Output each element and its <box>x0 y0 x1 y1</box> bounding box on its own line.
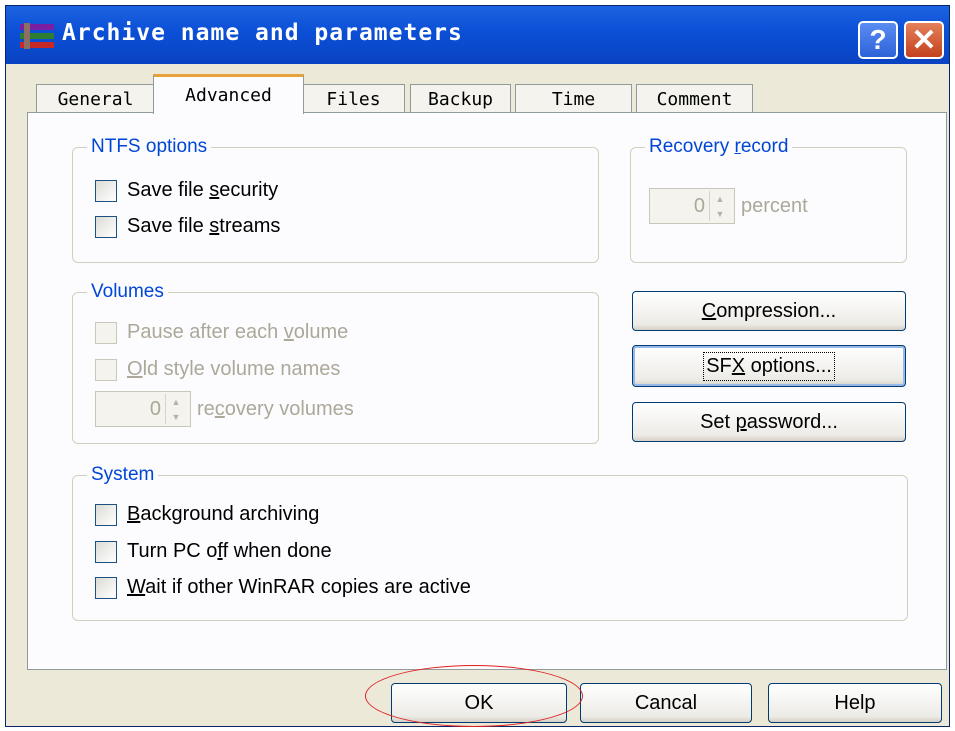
compression-button[interactable]: Compression... <box>632 291 906 331</box>
tab-comment[interactable]: Comment <box>636 84 753 114</box>
system-title: System <box>87 464 159 486</box>
tab-backup[interactable]: Backup <box>410 84 511 114</box>
save-file-security-checkbox[interactable]: Save file security <box>95 179 278 202</box>
annotation-circle <box>365 665 583 727</box>
ntfs-options-title: NTFS options <box>87 136 212 158</box>
system-group: System Background archiving Turn PC off … <box>72 464 908 621</box>
spin-arrows-icon[interactable]: ▲ ▼ <box>165 394 186 424</box>
recovery-percent-unit: percent <box>741 194 808 217</box>
recovery-record-group: Recovery record 0 ▲ ▼ percent <box>630 136 907 263</box>
tab-advanced[interactable]: Advanced <box>153 74 304 114</box>
recovery-percent-value: 0 <box>693 194 705 217</box>
wait-other-copies-checkbox[interactable]: Wait if other WinRAR copies are active <box>95 576 471 599</box>
checkbox-box[interactable] <box>95 215 117 238</box>
window-title: Archive name and parameters <box>62 20 463 46</box>
recovery-volumes-value: 0 <box>149 397 161 420</box>
checkbox-box[interactable] <box>95 358 117 381</box>
checkbox-label: Save file streams <box>127 215 281 237</box>
spin-arrows-icon[interactable]: ▲ ▼ <box>709 191 730 221</box>
recovery-volumes-spinner[interactable]: 0 ▲ ▼ recovery volumes <box>95 391 354 427</box>
set-password-button[interactable]: Set password... <box>632 402 906 442</box>
checkbox-box[interactable] <box>95 503 117 526</box>
checkbox-box[interactable] <box>95 540 117 563</box>
tab-files[interactable]: Files <box>302 84 405 114</box>
advanced-tab-panel: NTFS options Save file security Save fil… <box>27 112 947 670</box>
volumes-title: Volumes <box>87 281 168 303</box>
volumes-group: Volumes Pause after each volume Old styl… <box>72 281 599 444</box>
checkbox-label: Wait if other WinRAR copies are active <box>127 576 471 598</box>
dialog-window: Archive name and parameters ? ✕ General … <box>5 5 950 727</box>
recovery-percent-input[interactable]: 0 ▲ ▼ <box>649 188 735 224</box>
recovery-record-title: Recovery record <box>645 136 793 158</box>
cancel-button[interactable]: Cancal <box>580 683 752 723</box>
checkbox-label: Old style volume names <box>127 358 341 380</box>
save-file-streams-checkbox[interactable]: Save file streams <box>95 215 280 238</box>
checkbox-label: Pause after each volume <box>127 321 349 343</box>
background-archiving-checkbox[interactable]: Background archiving <box>95 503 319 526</box>
checkbox-box[interactable] <box>95 321 117 344</box>
title-close-button[interactable]: ✕ <box>904 21 944 59</box>
checkbox-label: Turn PC off when done <box>127 540 332 562</box>
winrar-app-icon <box>20 23 54 49</box>
sfx-options-button[interactable]: SFX options... <box>632 345 906 387</box>
recovery-volumes-label: recovery volumes <box>197 397 354 420</box>
ntfs-options-group: NTFS options Save file security Save fil… <box>72 136 599 263</box>
recovery-volumes-input[interactable]: 0 ▲ ▼ <box>95 391 191 427</box>
checkbox-box[interactable] <box>95 576 117 599</box>
help-button[interactable]: Help <box>768 683 942 723</box>
title-help-button[interactable]: ? <box>858 21 898 59</box>
pause-after-volume-checkbox[interactable]: Pause after each volume <box>95 321 348 344</box>
checkbox-label: Save file security <box>127 179 279 201</box>
tab-general[interactable]: General <box>36 84 155 114</box>
old-style-volume-names-checkbox[interactable]: Old style volume names <box>95 358 340 381</box>
checkbox-label: Background archiving <box>127 503 320 525</box>
turn-pc-off-checkbox[interactable]: Turn PC off when done <box>95 540 332 563</box>
recovery-percent-spinner[interactable]: 0 ▲ ▼ percent <box>649 188 808 224</box>
checkbox-box[interactable] <box>95 179 117 202</box>
tab-time[interactable]: Time <box>515 84 632 114</box>
title-bar[interactable]: Archive name and parameters ? ✕ <box>6 6 949 64</box>
